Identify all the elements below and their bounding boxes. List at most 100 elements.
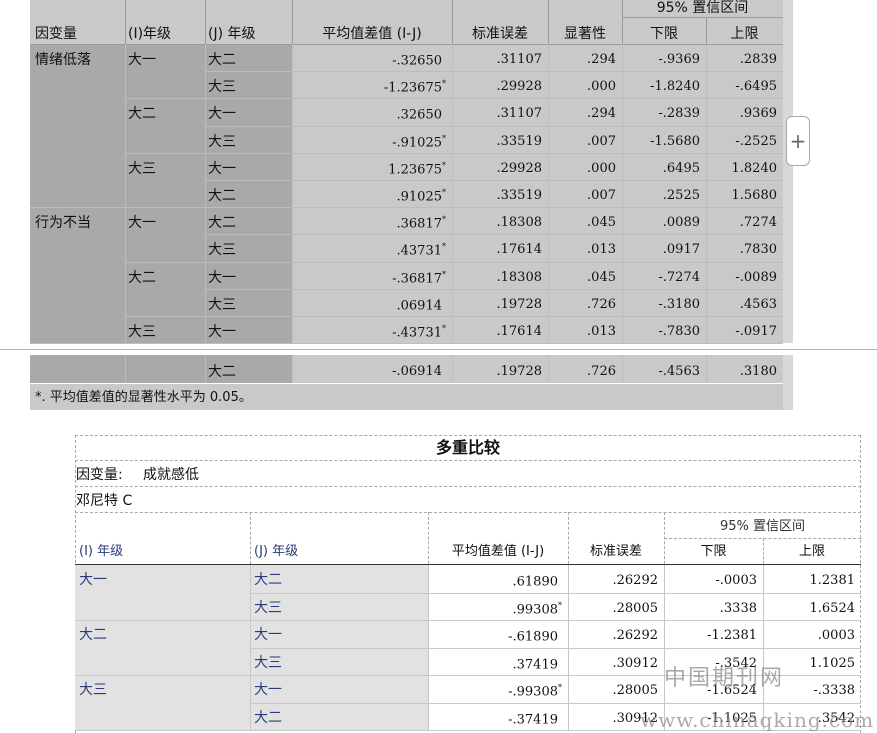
std-err-value: .31107 <box>496 52 543 67</box>
mean-diff-number: .99308 <box>512 601 559 617</box>
header-mean-diff: 平均值差值 (I-J) <box>451 544 545 559</box>
mean-diff-number: -.37419 <box>508 711 558 727</box>
j-grade-label: 大二 <box>208 215 236 232</box>
significance-star: * <box>442 188 446 197</box>
j-grade-label: 大一 <box>254 682 282 698</box>
i-grade-label: 大三 <box>128 160 156 177</box>
divider <box>125 343 205 345</box>
divider <box>30 207 125 209</box>
divider <box>622 44 623 344</box>
mean-diff-number: .06914 <box>396 298 443 314</box>
upper-value: .9369 <box>739 106 777 122</box>
mean-diff-value: -.32650 <box>292 53 446 67</box>
header-mean-diff: 平均值差值 (I-J) <box>322 26 422 42</box>
significance-star: * <box>442 269 446 279</box>
mean-diff-value: .61890 <box>428 574 562 588</box>
mean-diff-value: -.61890 <box>428 629 562 643</box>
mean-diff-number: -.36817 <box>392 270 442 286</box>
sig-value: .294 <box>587 52 616 67</box>
divider <box>548 0 549 44</box>
expand-button[interactable]: + <box>786 116 810 166</box>
divider <box>763 565 764 730</box>
mean-diff-value: .36817* <box>292 215 447 231</box>
sig-value: .007 <box>587 133 616 149</box>
method-label: 邓尼特 C <box>76 493 133 509</box>
std-err-value: .19728 <box>496 364 543 379</box>
lower-value: -.4563 <box>658 364 700 379</box>
header-i-grade: (I) 年级 <box>79 544 124 559</box>
table-title: 多重比较 <box>435 438 500 457</box>
divider <box>292 44 293 344</box>
scroll-edge <box>783 355 793 410</box>
header-std-err: 标准误差 <box>472 26 528 42</box>
lower-value: .2525 <box>662 188 700 203</box>
std-err-value: .29928 <box>496 79 543 95</box>
j-grade-label: 大一 <box>208 160 236 177</box>
header-ci: 95% 置信区间 <box>656 0 749 16</box>
divider <box>250 592 861 594</box>
watermark-url: www.chinaqking.com <box>640 708 875 732</box>
std-err-value: .17614 <box>496 242 543 258</box>
mean-diff-number: -.91025 <box>392 134 442 150</box>
mean-diff-number: 1.23675 <box>388 162 442 178</box>
scroll-edge <box>783 0 793 344</box>
header-std-err: 标准误差 <box>589 544 642 559</box>
std-err-value: .28005 <box>612 683 659 698</box>
lower-value: -.2839 <box>658 106 700 122</box>
upper-value: .4563 <box>739 296 777 312</box>
sig-value: .045 <box>587 269 616 285</box>
divider <box>30 44 783 45</box>
divider <box>75 486 861 487</box>
std-err-value: .26292 <box>612 628 659 643</box>
divider <box>30 343 125 345</box>
footnote: *. 平均值差值的显著性水平为 0.05。 <box>35 390 252 405</box>
upper-value: .7274 <box>739 215 777 231</box>
mean-diff-number: -.32650 <box>392 53 442 69</box>
dep-var-value: 成就感低 <box>143 467 199 483</box>
mean-diff-value: -.43731* <box>292 324 446 340</box>
mean-diff-number: -1.23675 <box>383 80 442 96</box>
lower-value: .3338 <box>719 600 757 616</box>
row-header-bg <box>30 45 292 344</box>
upper-value: 1.5680 <box>731 188 778 203</box>
dep-var-caption: 因变量: <box>76 467 123 483</box>
mean-diff-value: -1.23675* <box>292 80 446 96</box>
divider <box>125 0 126 44</box>
divider <box>706 44 707 344</box>
mean-diff-value: .37419 <box>428 657 562 671</box>
std-err-value: .30912 <box>612 655 659 671</box>
divider <box>125 207 205 209</box>
sig-value: .007 <box>587 188 616 203</box>
header-upper: 上限 <box>730 26 759 42</box>
divider <box>205 355 206 383</box>
divider <box>664 538 861 539</box>
significance-star: * <box>442 215 446 225</box>
std-err-value: .26292 <box>612 573 659 588</box>
divider <box>250 647 861 649</box>
j-grade-label: 大一 <box>208 106 236 123</box>
upper-value: -.2525 <box>735 133 777 149</box>
j-grade-label: 大三 <box>208 133 236 150</box>
i-grade-label: 大二 <box>128 106 156 123</box>
std-err-value: .29928 <box>496 160 543 176</box>
divider <box>250 702 861 704</box>
mean-diff-number: .61890 <box>512 574 559 590</box>
header-j-grade: (J) 年级 <box>208 26 256 42</box>
divider <box>205 44 206 344</box>
divider <box>75 512 861 513</box>
mean-diff-value: -.06914 <box>392 364 442 379</box>
significance-star: * <box>442 324 446 333</box>
mean-diff-number: -.99308 <box>508 684 558 700</box>
header-dep-var: 因变量 <box>35 26 77 42</box>
divider <box>622 0 623 44</box>
upper-value: -.0089 <box>735 269 777 285</box>
plus-icon: + <box>789 129 807 153</box>
i-grade-label: 大三 <box>128 324 156 340</box>
lower-value: .0089 <box>662 215 700 231</box>
row-header-bg <box>30 355 292 383</box>
mean-diff-value: -.91025* <box>292 134 446 150</box>
significance-star: * <box>442 160 446 170</box>
divider <box>568 565 569 730</box>
divider <box>452 0 453 44</box>
i-grade-label: 大二 <box>128 269 156 286</box>
